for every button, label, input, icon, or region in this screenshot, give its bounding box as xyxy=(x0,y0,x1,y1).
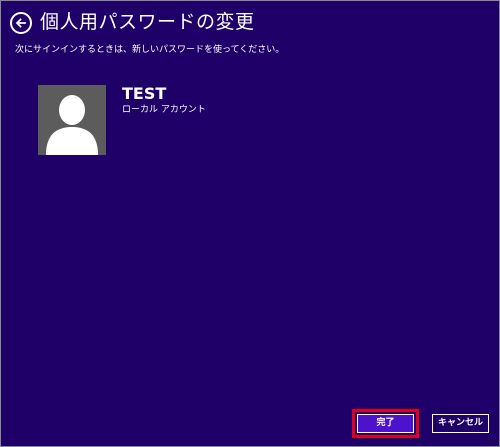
user-name: TEST xyxy=(122,84,167,103)
window-frame xyxy=(0,0,500,447)
instruction-text: 次にサインインするときは、新しいパスワードを使ってください。 xyxy=(15,45,285,55)
page-title: 個人用パスワードの変更 xyxy=(40,11,255,33)
cancel-button[interactable]: キャンセル xyxy=(432,414,489,433)
finish-button[interactable]: 完了 xyxy=(357,414,414,433)
avatar xyxy=(38,85,106,155)
back-button[interactable] xyxy=(10,12,32,34)
user-silhouette-icon xyxy=(46,95,98,155)
account-type-label: ローカル アカウント xyxy=(122,105,206,115)
arrow-left-circle-icon xyxy=(15,18,26,28)
